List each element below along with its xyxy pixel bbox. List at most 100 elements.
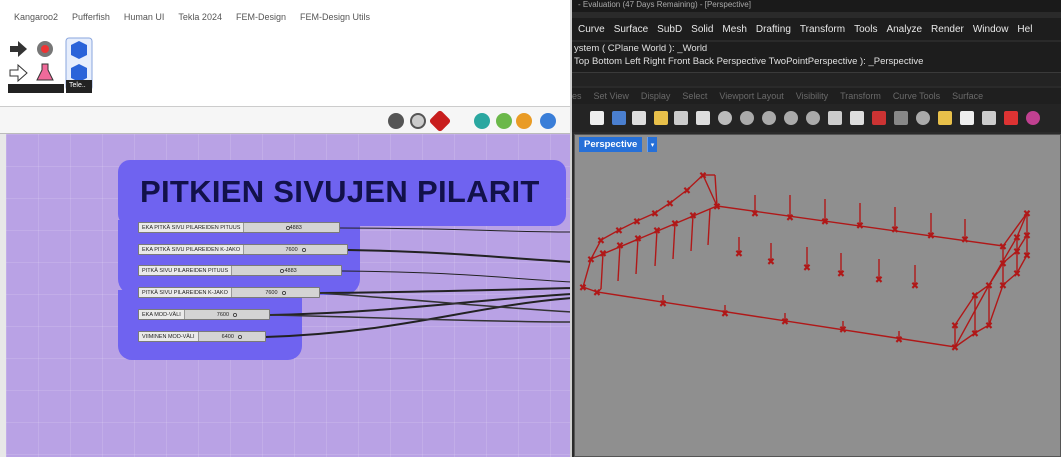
svg-text:✖: ✖ — [803, 263, 811, 274]
menu-item[interactable]: Render — [931, 24, 964, 35]
number-slider[interactable]: EKA MOD-VÄLI 7600 — [138, 309, 270, 320]
svg-text:✖: ✖ — [634, 234, 642, 245]
car-icon[interactable] — [872, 111, 886, 125]
slider-grip[interactable] — [233, 312, 238, 317]
command-line: ystem ( CPlane World ): _World — [574, 43, 708, 54]
number-slider[interactable]: EKA PITKÄ SIVU PILAREIDEN PITUUS 4883 — [138, 222, 340, 233]
svg-text:✖: ✖ — [971, 329, 979, 340]
svg-text:✖: ✖ — [927, 231, 935, 242]
slider-grip[interactable] — [281, 290, 286, 295]
slider-value-track[interactable]: 7600 — [184, 310, 269, 319]
svg-text:✖: ✖ — [671, 219, 679, 230]
rhino-menu-bar: Curve Surface SubD Solid Mesh Drafting T… — [572, 18, 1061, 40]
toolbar-tab[interactable]: Surface — [952, 91, 983, 101]
svg-text:✖: ✖ — [767, 257, 775, 268]
svg-text:✖: ✖ — [786, 213, 794, 224]
menu-item[interactable]: SubD — [657, 24, 682, 35]
slider-grip[interactable] — [237, 334, 242, 339]
pan-hand-icon[interactable] — [696, 111, 710, 125]
copy-icon[interactable] — [632, 111, 646, 125]
light-icon[interactable] — [938, 111, 952, 125]
material-icon[interactable] — [1004, 111, 1018, 125]
slider-value: 4883 — [289, 224, 302, 231]
cut-icon[interactable] — [612, 111, 626, 125]
svg-text:✖: ✖ — [579, 283, 587, 294]
menu-item[interactable]: Window — [973, 24, 1009, 35]
slider-label: EKA PITKÄ SIVU PILAREIDEN PITUUS — [139, 223, 245, 232]
svg-text:✖: ✖ — [1013, 269, 1021, 280]
svg-text:✖: ✖ — [616, 241, 624, 252]
menu-item[interactable]: Mesh — [722, 24, 746, 35]
slider-grip[interactable] — [301, 247, 306, 252]
slider-value-track[interactable]: 4883 — [232, 266, 341, 275]
svg-text:✖: ✖ — [651, 209, 659, 220]
zoom-extents-icon[interactable] — [784, 111, 798, 125]
number-slider[interactable]: VIIMINEN MOD-VÄLI 6400 — [138, 331, 266, 342]
svg-text:✖: ✖ — [659, 299, 667, 310]
svg-text:✖: ✖ — [951, 321, 959, 332]
toolbar-tab[interactable]: Transform — [840, 91, 881, 101]
svg-text:✖: ✖ — [1013, 247, 1021, 258]
menu-item[interactable]: Tools — [854, 24, 877, 35]
slider-value: 7600 — [285, 246, 298, 253]
number-slider[interactable]: EKA PITKÄ SIVU PILAREIDEN K-JAKO 7600 — [138, 244, 348, 255]
number-slider[interactable]: PITKÄ SIVU PILAREIDEN K-JAKO 7600 — [138, 287, 320, 298]
menu-item[interactable]: Analyze — [886, 24, 922, 35]
toolbar-tab[interactable]: Set View — [594, 91, 629, 101]
slider-value-track[interactable]: 6400 — [198, 332, 265, 341]
toolbar-tab[interactable]: Viewport Layout — [719, 91, 783, 101]
perspective-viewport[interactable]: Perspective ▾ ✖ ✖ ✖ ✖ ✖ ✖ ✖ ✖ ✖ ✖ ✖ ✖ ✖ … — [574, 134, 1061, 457]
svg-text:✖: ✖ — [599, 249, 607, 260]
svg-text:✖: ✖ — [721, 309, 729, 320]
menu-item[interactable]: Hel — [1017, 24, 1032, 35]
svg-text:✖: ✖ — [999, 259, 1007, 270]
svg-text:✖: ✖ — [615, 226, 623, 237]
toolbar-tab[interactable]: es — [572, 91, 582, 101]
toolbar-tab[interactable]: Select — [682, 91, 707, 101]
viewport-layout-icon[interactable] — [850, 111, 864, 125]
render-sphere-icon[interactable] — [1026, 111, 1040, 125]
paste-icon[interactable] — [654, 111, 668, 125]
camera-icon[interactable] — [894, 111, 908, 125]
svg-text:✖: ✖ — [593, 288, 601, 299]
slider-value-track[interactable]: 4883 — [244, 223, 339, 232]
svg-text:✖: ✖ — [961, 235, 969, 246]
svg-text:✖: ✖ — [713, 202, 721, 213]
menu-item[interactable]: Curve — [578, 24, 605, 35]
command-input[interactable] — [572, 72, 1061, 86]
svg-text:✖: ✖ — [781, 317, 789, 328]
menu-item[interactable]: Drafting — [756, 24, 791, 35]
slider-value-track[interactable]: 7600 — [244, 245, 347, 254]
slider-value: 6400 — [221, 333, 234, 340]
zoom-selected-icon[interactable] — [806, 111, 820, 125]
osnap-icon[interactable] — [916, 111, 930, 125]
bulb-icon[interactable] — [960, 111, 974, 125]
slider-label: EKA MOD-VÄLI — [139, 310, 185, 319]
new-file-icon[interactable] — [590, 111, 604, 125]
menu-item[interactable]: Transform — [800, 24, 845, 35]
zoom-all-icon[interactable] — [828, 111, 842, 125]
undo-icon[interactable] — [674, 111, 688, 125]
toolbar-tab[interactable]: Visibility — [796, 91, 828, 101]
svg-text:✖: ✖ — [666, 199, 674, 210]
svg-text:✖: ✖ — [821, 217, 829, 228]
zoom-window-icon[interactable] — [762, 111, 776, 125]
svg-text:✖: ✖ — [1023, 251, 1031, 262]
lock-icon[interactable] — [982, 111, 996, 125]
rhino-window: - Evaluation (47 Days Remaining) - [Pers… — [572, 0, 1061, 457]
rotate-view-icon[interactable] — [718, 111, 732, 125]
structure-wireframe: ✖✖✖✖ ✖✖✖✖ ✖✖✖✖ ✖✖✖ ✖✖✖✖ ✖✖✖ ✖ ✖ ✖ ✖ ✖✖ ✖✖ ✖✖… — [579, 171, 1031, 354]
slider-label: EKA PITKÄ SIVU PILAREIDEN K-JAKO — [139, 245, 245, 254]
command-line: Top Bottom Left Right Front Back Perspec… — [574, 56, 924, 67]
svg-text:✖: ✖ — [751, 209, 759, 220]
slider-value-track[interactable]: 7600 — [231, 288, 319, 297]
toolbar-tab[interactable]: Curve Tools — [893, 91, 940, 101]
zoom-icon[interactable] — [740, 111, 754, 125]
svg-text:✖: ✖ — [653, 226, 661, 237]
number-slider[interactable]: PITKÄ SIVU PILAREIDEN PITUUS 4883 — [138, 265, 342, 276]
toolbar-tab[interactable]: Display — [641, 91, 671, 101]
menu-item[interactable]: Surface — [614, 24, 648, 35]
svg-text:✖: ✖ — [985, 281, 993, 292]
rhino-toolbar — [572, 104, 1061, 132]
menu-item[interactable]: Solid — [691, 24, 713, 35]
